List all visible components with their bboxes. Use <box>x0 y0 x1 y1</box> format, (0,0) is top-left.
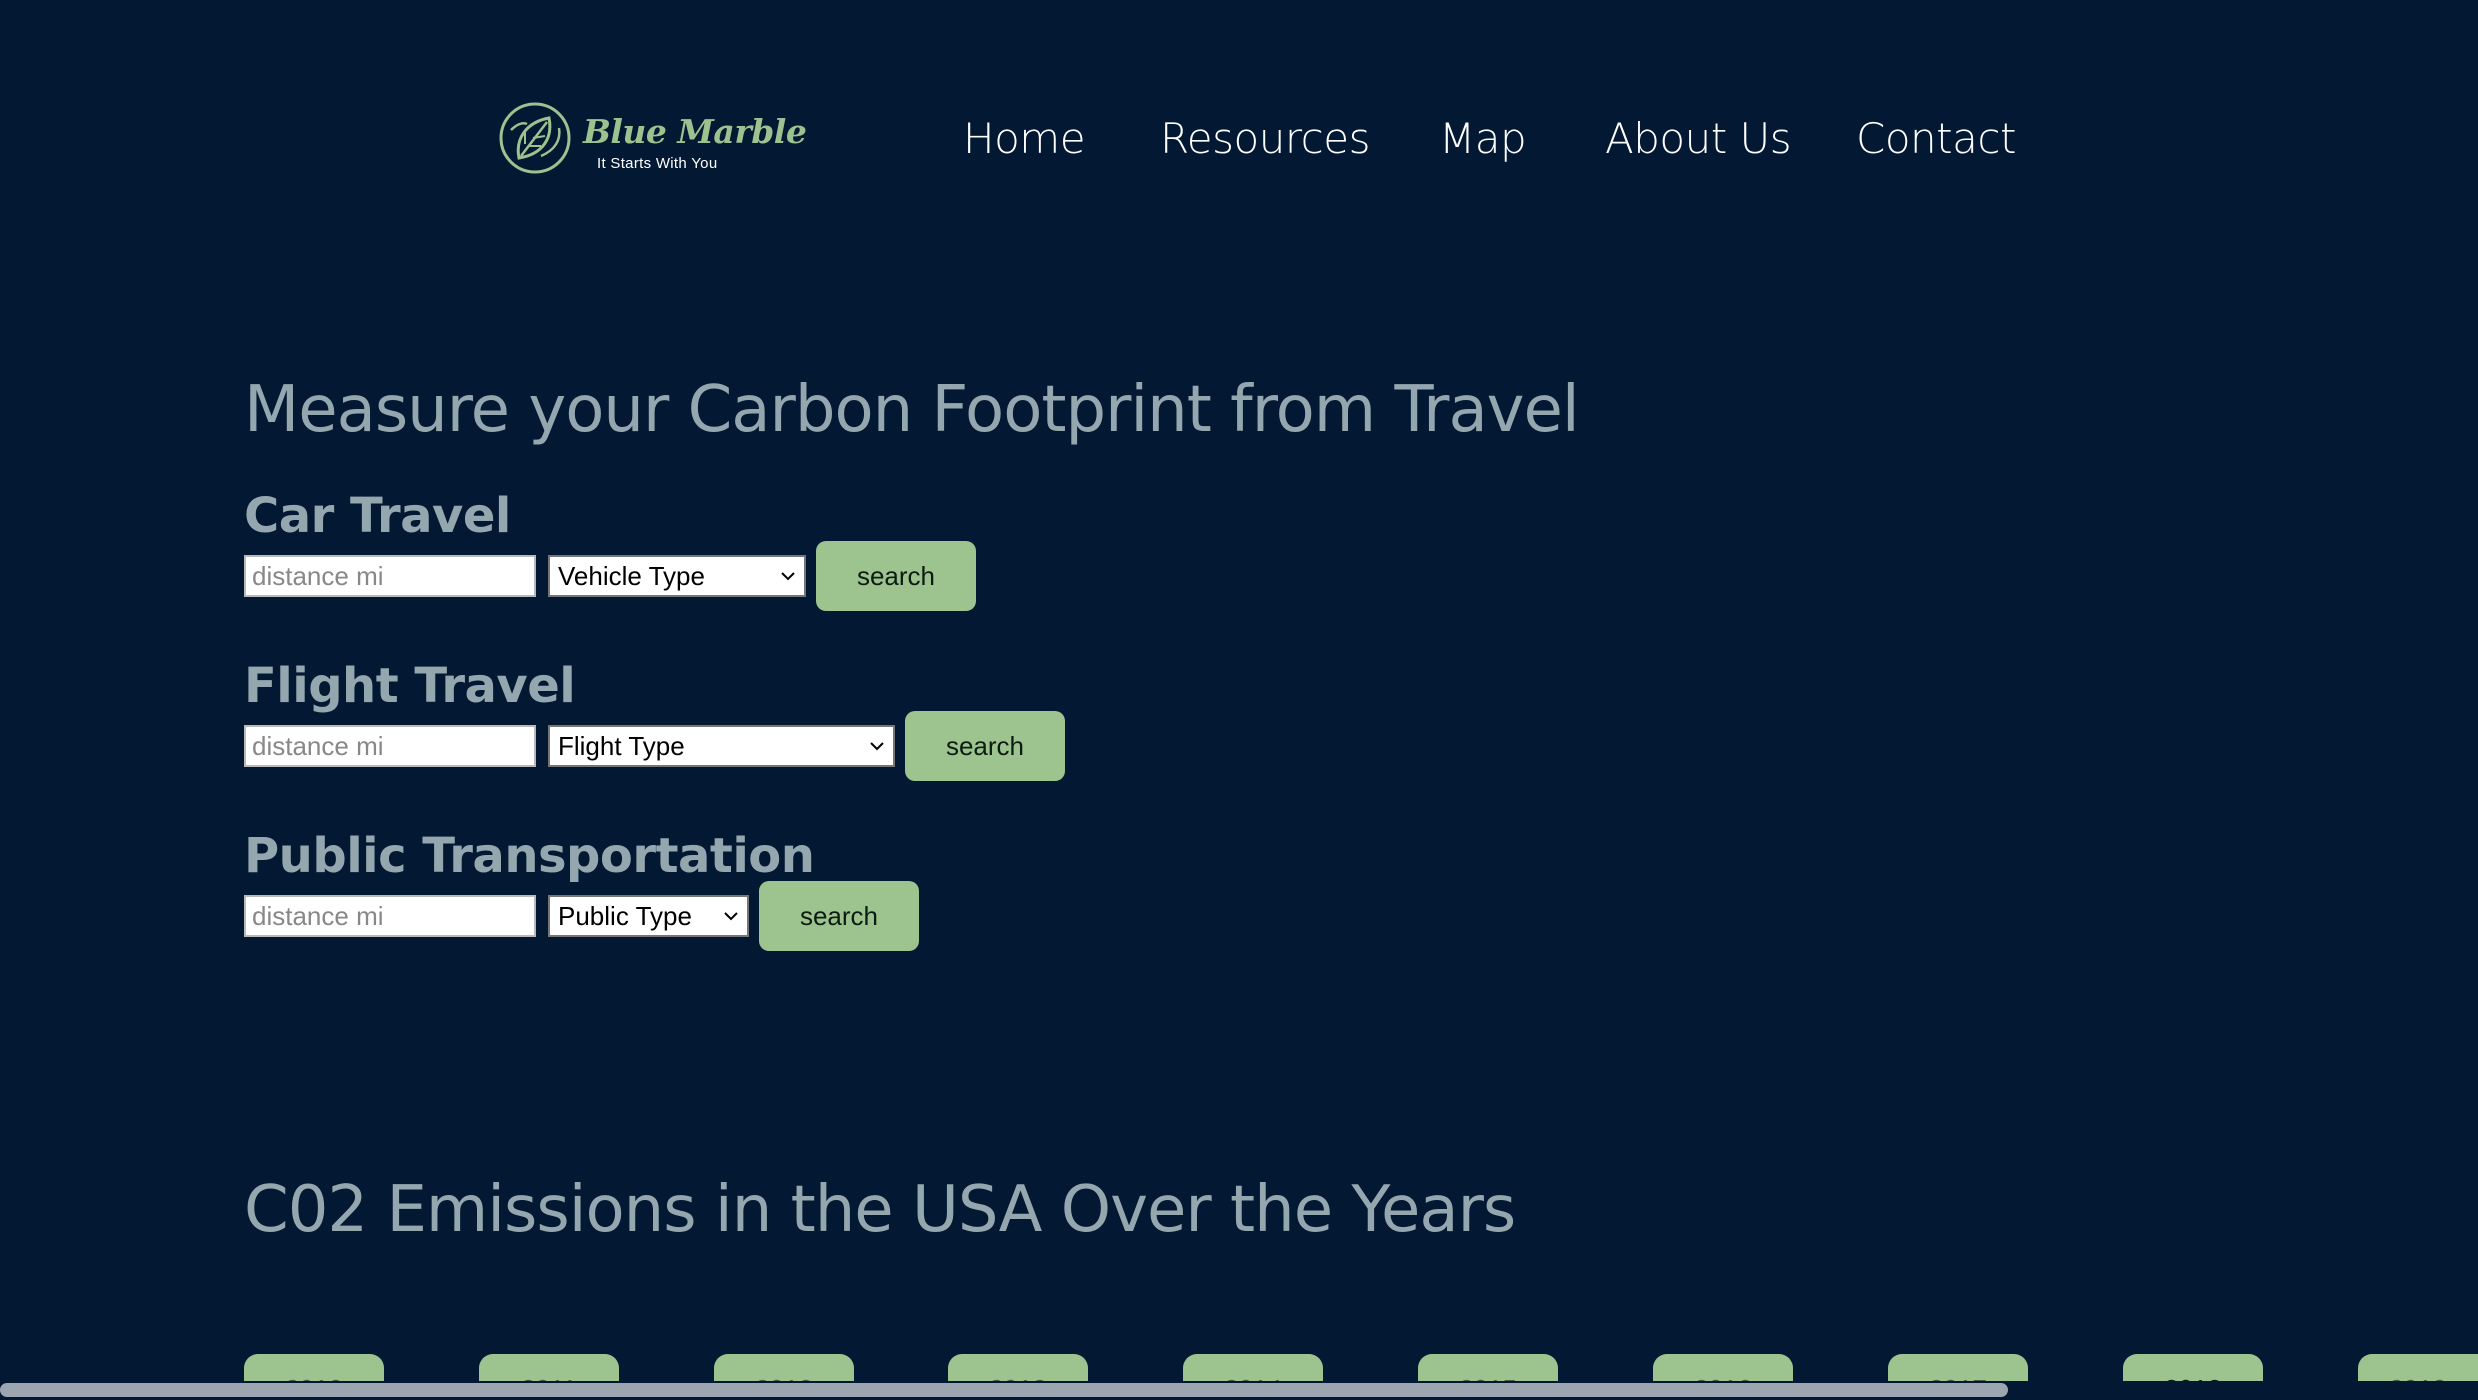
nav-home[interactable]: Home <box>963 112 1086 166</box>
scrollbar-thumb[interactable] <box>0 1383 2008 1397</box>
chevron-down-icon <box>870 742 884 751</box>
flight-type-selected: Flight Type <box>558 731 685 761</box>
logo[interactable]: Blue Marble It Starts With You <box>497 98 807 178</box>
leaf-globe-icon <box>499 102 571 174</box>
emissions-title: C02 Emissions in the USA Over the Years <box>244 1173 1516 1247</box>
calculator-title: Measure your Carbon Footprint from Trave… <box>244 373 1580 447</box>
public-type-selected: Public Type <box>558 901 692 931</box>
flight-search-button[interactable]: search <box>905 711 1065 781</box>
nav-contact[interactable]: Contact <box>1856 112 2016 166</box>
car-search-button[interactable]: search <box>816 541 976 611</box>
horizontal-scrollbar[interactable] <box>0 1381 2478 1400</box>
public-type-select[interactable]: Public Type <box>548 895 749 937</box>
nav-map[interactable]: Map <box>1439 112 1527 166</box>
flight-type-select[interactable]: Flight Type <box>548 725 895 767</box>
car-distance-input[interactable] <box>244 555 536 597</box>
nav-about-us[interactable]: About Us <box>1605 112 1792 166</box>
vehicle-type-select[interactable]: Vehicle Type <box>548 555 806 597</box>
flight-distance-input[interactable] <box>244 725 536 767</box>
public-transportation-heading: Public Transportation <box>244 828 815 884</box>
public-search-button[interactable]: search <box>759 881 919 951</box>
logo-tagline: It Starts With You <box>597 155 718 172</box>
flight-travel-heading: Flight Travel <box>244 658 576 714</box>
vehicle-type-selected: Vehicle Type <box>558 561 705 591</box>
logo-name: Blue Marble <box>583 112 807 151</box>
page: Blue Marble It Starts With You Home Reso… <box>0 0 2478 1400</box>
public-distance-input[interactable] <box>244 895 536 937</box>
chevron-down-icon <box>724 912 738 921</box>
nav-resources[interactable]: Resources <box>1160 112 1371 166</box>
car-travel-heading: Car Travel <box>244 488 511 544</box>
chevron-down-icon <box>781 572 795 581</box>
